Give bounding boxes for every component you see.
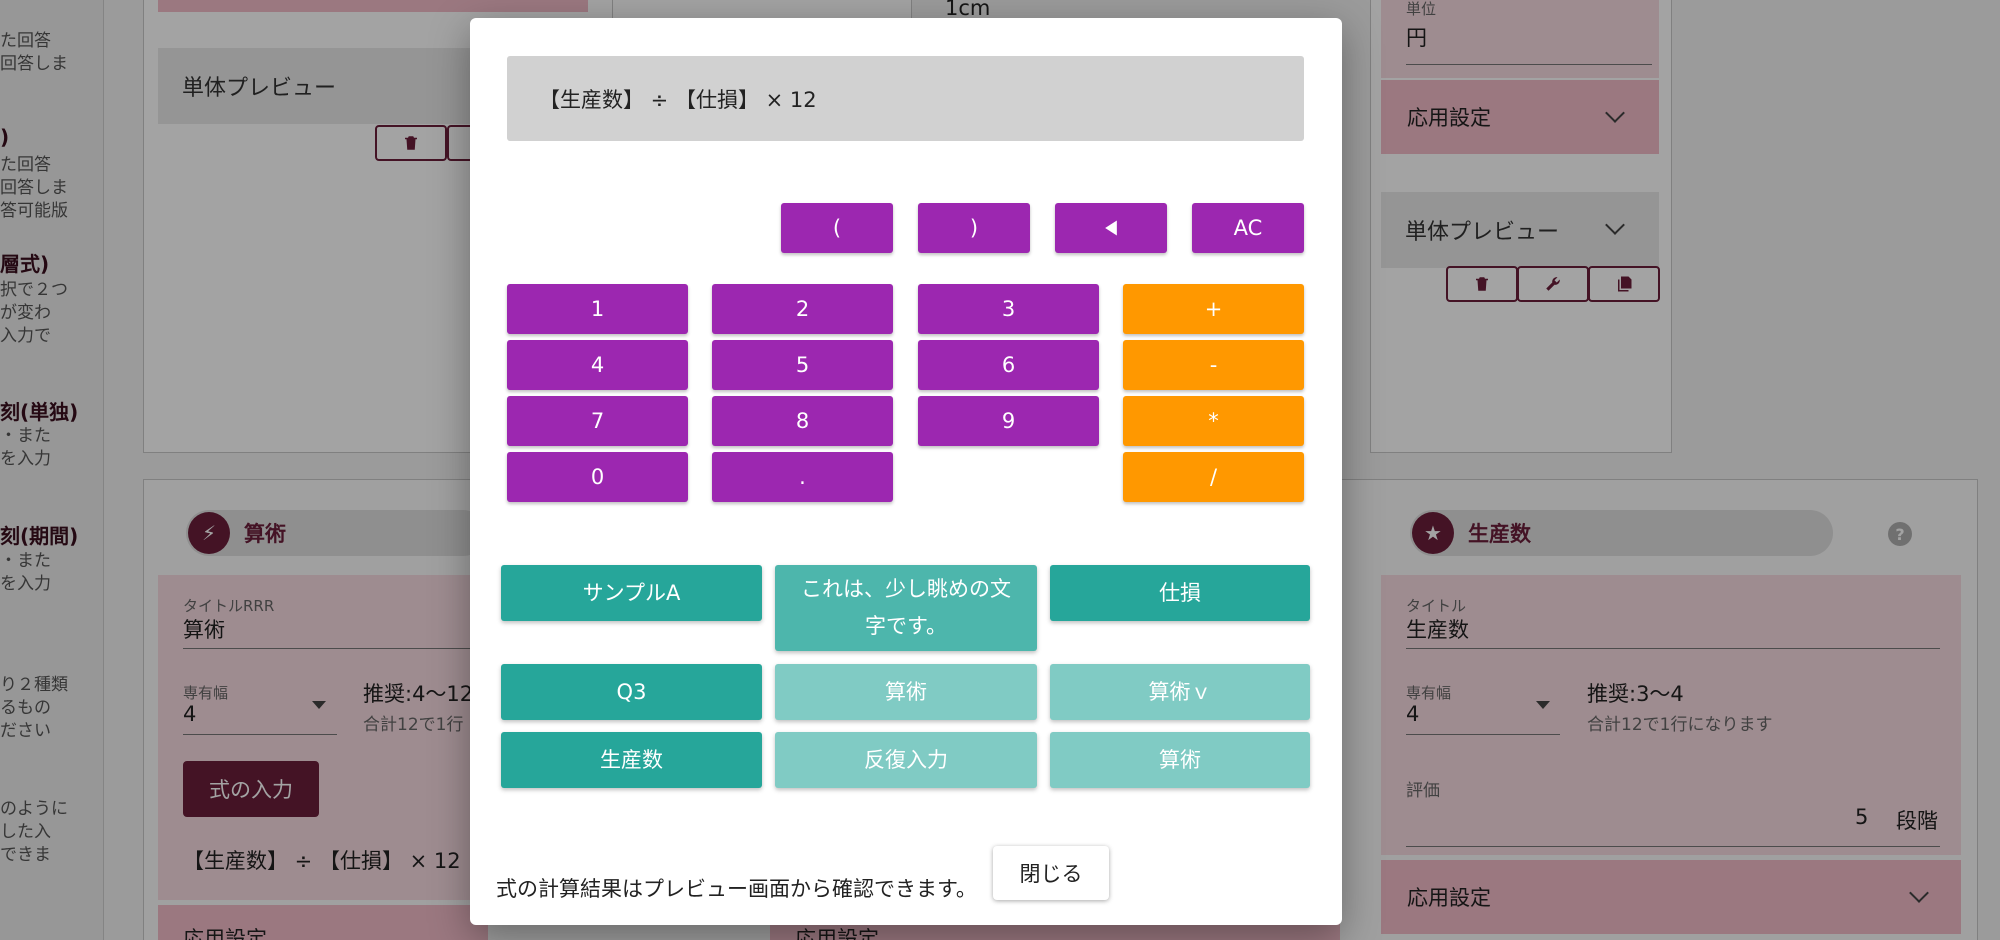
variable-button[interactable]: 算術ｖ <box>1050 664 1310 720</box>
divide-key[interactable]: / <box>1123 452 1304 502</box>
digit-5-key[interactable]: 5 <box>712 340 893 390</box>
multiply-key[interactable]: * <box>1123 396 1304 446</box>
decimal-point-key[interactable]: . <box>712 452 893 502</box>
digit-7-key[interactable]: 7 <box>507 396 688 446</box>
clear-all-key[interactable]: AC <box>1192 203 1304 253</box>
plus-key[interactable]: + <box>1123 284 1304 334</box>
formula-display: 【生産数】 ÷ 【仕損】 × 12 <box>507 56 1304 141</box>
close-button[interactable]: 閉じる <box>993 846 1109 900</box>
variable-button[interactable]: 生産数 <box>501 732 762 788</box>
variable-button[interactable]: 反復入力 <box>775 732 1037 788</box>
backspace-key[interactable] <box>1055 203 1167 253</box>
close-paren-key[interactable]: ) <box>918 203 1030 253</box>
digit-1-key[interactable]: 1 <box>507 284 688 334</box>
formula-dialog: 【生産数】 ÷ 【仕損】 × 12 ( ) AC 1 2 3 + 4 5 6 -… <box>470 18 1342 925</box>
variable-button[interactable]: 仕損 <box>1050 565 1310 621</box>
footer-note: 式の計算結果はプレビュー画面から確認できます。 <box>496 877 977 901</box>
variable-button[interactable]: サンプルA <box>501 565 762 621</box>
digit-2-key[interactable]: 2 <box>712 284 893 334</box>
digit-0-key[interactable]: 0 <box>507 452 688 502</box>
backspace-triangle-icon <box>1105 220 1117 236</box>
open-paren-key[interactable]: ( <box>781 203 893 253</box>
variable-button[interactable]: 算術 <box>1050 732 1310 788</box>
variable-button[interactable]: 算術 <box>775 664 1037 720</box>
digit-3-key[interactable]: 3 <box>918 284 1099 334</box>
digit-8-key[interactable]: 8 <box>712 396 893 446</box>
digit-6-key[interactable]: 6 <box>918 340 1099 390</box>
digit-4-key[interactable]: 4 <box>507 340 688 390</box>
digit-9-key[interactable]: 9 <box>918 396 1099 446</box>
variable-button[interactable]: これは、少し眺めの文字です。 <box>775 565 1037 651</box>
variable-button[interactable]: Q3 <box>501 664 762 720</box>
minus-key[interactable]: - <box>1123 340 1304 390</box>
